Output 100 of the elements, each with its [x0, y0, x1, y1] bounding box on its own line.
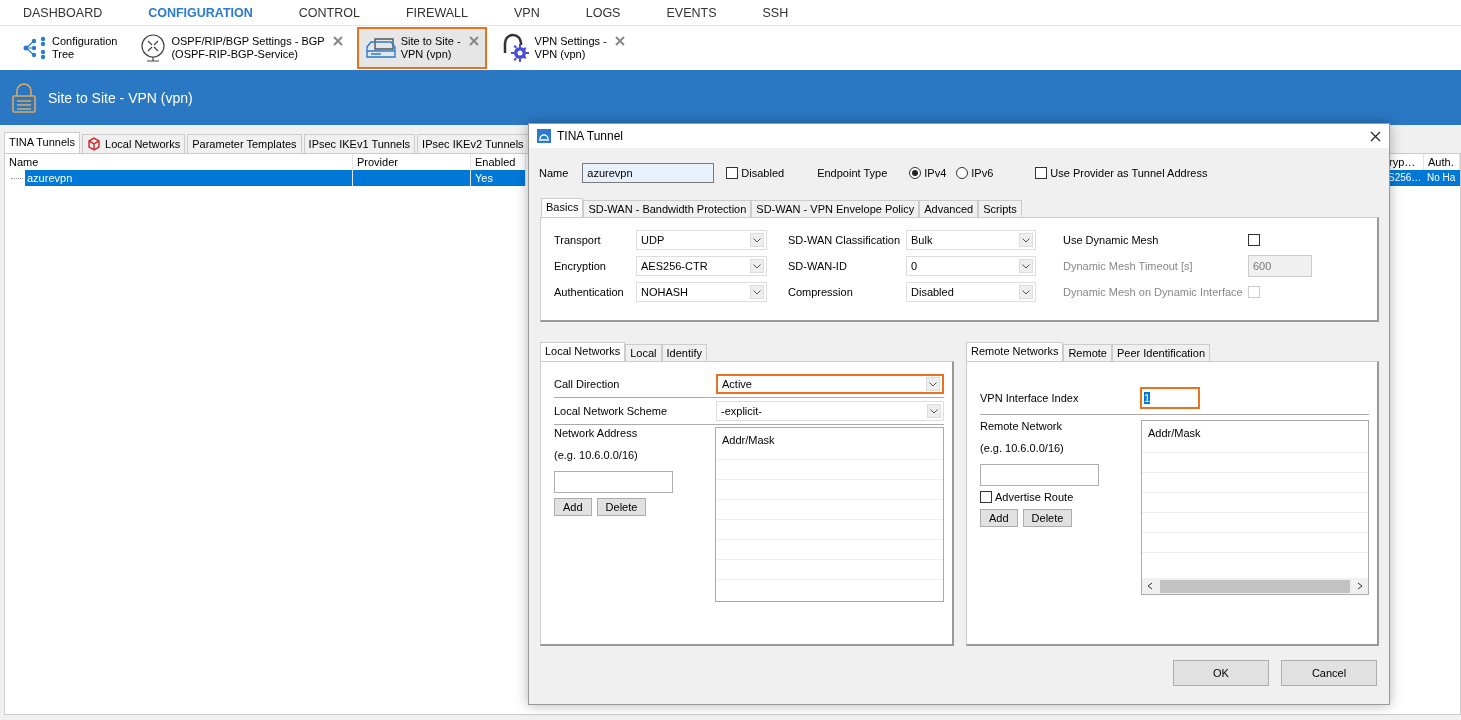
checkbox[interactable]: [980, 491, 992, 503]
checkbox-label: Disabled: [741, 167, 785, 179]
tab[interactable]: Peer Identification: [1111, 344, 1210, 361]
tab[interactable]: Identify: [661, 344, 707, 361]
radio-label: IPv4: [924, 167, 947, 179]
tunnel-icon: [537, 129, 551, 143]
radio-button[interactable]: [909, 167, 922, 179]
dropdown[interactable]: Disabled: [906, 282, 1036, 302]
dropdown[interactable]: NOHASH: [636, 282, 767, 302]
hint-text: (e.g. 10.6.0.0/16): [554, 449, 639, 461]
list-button[interactable]: Delete: [596, 498, 647, 516]
field-label: Authentication: [554, 286, 625, 298]
tab[interactable]: TINA Tunnels: [4, 132, 81, 153]
drives-icon: [364, 35, 397, 61]
nav-item[interactable]: LOGS: [585, 5, 621, 20]
tab[interactable]: Scripts: [978, 200, 1022, 217]
nav-item[interactable]: CONFIGURATION: [148, 5, 253, 20]
field-label: Call Direction: [554, 378, 621, 390]
nav-item[interactable]: SSH: [762, 5, 789, 20]
open-tab[interactable]: VPN Settings - VPN (vpn): [492, 27, 633, 69]
close-icon[interactable]: [1370, 130, 1381, 142]
list-button[interactable]: Add: [554, 498, 592, 516]
open-tab[interactable]: OSPF/RIP/BGP Settings - BGP (OSPF-RIP-BGP-Service): [131, 27, 351, 69]
tab[interactable]: Basics: [541, 198, 584, 217]
checkbox-label: Use Provider as Tunnel Address: [1050, 167, 1208, 179]
checkbox[interactable]: [726, 167, 739, 179]
nav-item[interactable]: EVENTS: [666, 5, 717, 20]
checkbox-label: Advertise Route: [995, 491, 1074, 503]
caret-icon: [1019, 285, 1033, 299]
caret-icon: [1019, 233, 1033, 247]
caret-icon: [750, 285, 764, 299]
nav-item[interactable]: FIREWALL: [405, 5, 468, 20]
nav-item[interactable]: DASHBOARD: [23, 5, 103, 20]
dropdown[interactable]: Bulk: [906, 230, 1036, 250]
table-cell[interactable]: azurevpn: [25, 170, 352, 186]
radio-label: IPv6: [971, 167, 994, 179]
scroll-left-icon[interactable]: [1146, 582, 1154, 590]
field-label: VPN Interface Index: [980, 392, 1080, 404]
field-label: Remote Network: [980, 420, 1063, 432]
field-label: Name: [539, 167, 569, 179]
table-cell[interactable]: Yes: [471, 170, 526, 186]
caret-icon: [927, 404, 941, 418]
list-button[interactable]: Delete: [1022, 509, 1073, 527]
caret-icon: [750, 259, 764, 273]
tab[interactable]: Local Networks: [540, 342, 626, 361]
caret-icon: [750, 233, 764, 247]
field-label: SD-WAN Classification: [788, 234, 902, 246]
dialog-button[interactable]: Cancel: [1281, 660, 1377, 686]
scrollbar[interactable]: [1142, 578, 1368, 594]
caret-icon: [1019, 259, 1033, 273]
field-label: Local Network Scheme: [554, 405, 669, 417]
page-title: Site to Site - VPN (vpn): [48, 89, 193, 106]
field-label: Endpoint Type: [817, 167, 888, 179]
router-icon: [139, 33, 168, 63]
nav-item[interactable]: VPN: [514, 5, 540, 20]
dropdown[interactable]: Active: [716, 374, 944, 394]
list-button[interactable]: Add: [980, 509, 1018, 527]
radio-button[interactable]: [956, 167, 969, 179]
field-label: Transport: [554, 234, 602, 246]
dropdown[interactable]: -explicit-: [716, 401, 944, 421]
dropdown[interactable]: UDP: [636, 230, 767, 250]
dropdown[interactable]: 0: [906, 256, 1036, 276]
table-cell[interactable]: [353, 170, 471, 186]
checkbox[interactable]: [1248, 234, 1260, 246]
tab[interactable]: Local Networks: [82, 134, 186, 153]
name-field[interactable]: azurevpn: [582, 163, 715, 183]
tab[interactable]: Remote Networks: [966, 342, 1064, 361]
tab[interactable]: Parameter Templates: [187, 134, 302, 153]
interface-index-field[interactable]: 1: [1140, 387, 1200, 409]
dialog-button[interactable]: OK: [1173, 660, 1269, 686]
tab[interactable]: SD-WAN - Bandwidth Protection: [583, 200, 752, 217]
address-field[interactable]: [980, 464, 1099, 486]
dialog-title: TINA Tunnel: [557, 129, 624, 143]
hint-text: (e.g. 10.6.0.0/16): [980, 442, 1065, 454]
field-label: SD-WAN-ID: [788, 260, 848, 272]
cube-icon: [87, 137, 102, 151]
tree-icon: [22, 35, 48, 61]
address-list[interactable]: Addr/Mask: [715, 427, 944, 602]
checkbox[interactable]: [1035, 167, 1048, 179]
address-list[interactable]: Addr/Mask: [1141, 420, 1369, 595]
nav-item[interactable]: CONTROL: [298, 5, 360, 20]
tab[interactable]: Remote: [1063, 344, 1112, 361]
tab[interactable]: Advanced: [919, 200, 979, 217]
dropdown[interactable]: AES256-CTR: [636, 256, 767, 276]
column-header: Addr/Mask: [1147, 426, 1202, 441]
field-label: Dynamic Mesh Timeout [s]: [1063, 260, 1194, 272]
address-field[interactable]: [554, 471, 673, 493]
caret-icon: [926, 377, 940, 391]
table-cell[interactable]: No Ha: [1424, 170, 1460, 186]
open-tab[interactable]: Configuration Tree: [14, 27, 126, 69]
tab[interactable]: Local: [625, 344, 662, 361]
tab[interactable]: IPsec IKEv2 Tunnels: [417, 134, 529, 153]
open-tab[interactable]: Site to Site - VPN (vpn): [356, 27, 487, 69]
scroll-right-icon[interactable]: [1356, 582, 1364, 590]
field-label: Compression: [788, 286, 854, 298]
field-label: Use Dynamic Mesh: [1063, 234, 1160, 246]
field-label: Encryption: [554, 260, 607, 272]
field-label: Network Address: [554, 427, 639, 439]
tab[interactable]: SD-WAN - VPN Envelope Policy: [751, 200, 920, 217]
tab[interactable]: IPsec IKEv1 Tunnels: [303, 134, 416, 153]
